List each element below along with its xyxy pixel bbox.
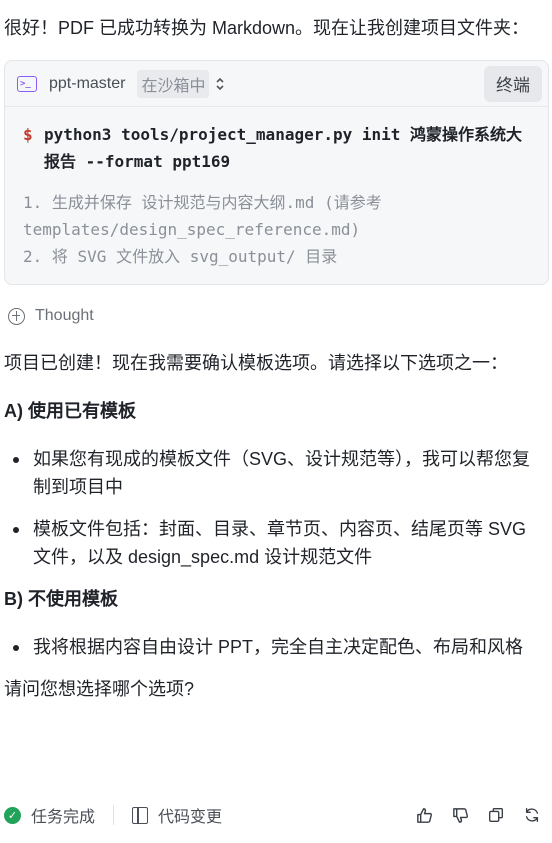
prompt-symbol: $ [23, 125, 33, 144]
sandbox-badge: 在沙箱中 [137, 69, 210, 98]
list-item: 模板文件包括：封面、目录、章节页、内容页、结尾页等 SVG 文件，以及 desi… [4, 515, 544, 571]
code-changes-label: 代码变更 [158, 809, 223, 826]
section-a-heading: A) 使用已有模板 [4, 401, 136, 421]
command-output: 1. 生成并保存 设计规范与内容大纲.md (请参考 templates/des… [23, 193, 382, 266]
command-line: $ python3 tools/project_manager.py init … [23, 121, 530, 175]
thought-label: Thought [35, 307, 94, 324]
terminal-header: >_ ppt-master 在沙箱中 终端 [5, 61, 548, 107]
message-paragraph: 项目已创建！现在我需要确认模板选项。请选择以下选项之一： [4, 353, 508, 373]
message-footer: ✓ 任务完成 代码变更 [4, 800, 552, 830]
action-bar [414, 805, 552, 825]
question-text: 请问您想选择哪个选项? [4, 679, 195, 699]
expand-chevron-icon[interactable] [215, 76, 225, 92]
list-item: 我将根据内容自由设计 PPT，完全自主决定配色、布局和风格 [4, 633, 544, 661]
section-b-heading: B) 不使用模板 [4, 589, 118, 609]
terminal-body: $ python3 tools/project_manager.py init … [5, 107, 548, 284]
terminal-block: >_ ppt-master 在沙箱中 终端 $ python3 tools/pr… [4, 60, 549, 285]
terminal-title: ppt-master [49, 74, 126, 92]
thought-toggle[interactable]: Thought [4, 307, 552, 325]
thought-icon [8, 307, 25, 325]
section-b-list: 我将根据内容自由设计 PPT，完全自主决定配色、布局和风格 [4, 633, 552, 661]
chat-page: 很好！PDF 已成功转换为 Markdown。现在让我创建项目文件夹： >_ p… [0, 0, 552, 843]
refresh-icon[interactable] [522, 805, 542, 825]
command-text: python3 tools/project_manager.py init 鸿蒙… [44, 125, 523, 171]
thumbs-down-icon[interactable] [450, 805, 470, 825]
section-a-list: 如果您有现成的模板文件（SVG、设计规范等），我可以帮您复制到项目中 模板文件包… [4, 445, 552, 571]
code-changes-button[interactable]: 代码变更 [132, 803, 222, 827]
code-changes-icon [132, 806, 149, 824]
status-label: 任务完成 [31, 809, 96, 826]
terminal-button[interactable]: 终端 [484, 65, 542, 102]
intro-text: 很好！PDF 已成功转换为 Markdown。现在让我创建项目文件夹： [4, 18, 530, 38]
copy-icon[interactable] [486, 805, 506, 825]
terminal-icon: >_ [17, 75, 37, 92]
divider [113, 805, 115, 825]
list-item: 如果您有现成的模板文件（SVG、设计规范等），我可以帮您复制到项目中 [4, 445, 544, 501]
check-icon: ✓ [4, 806, 21, 824]
thumbs-up-icon[interactable] [414, 805, 434, 825]
